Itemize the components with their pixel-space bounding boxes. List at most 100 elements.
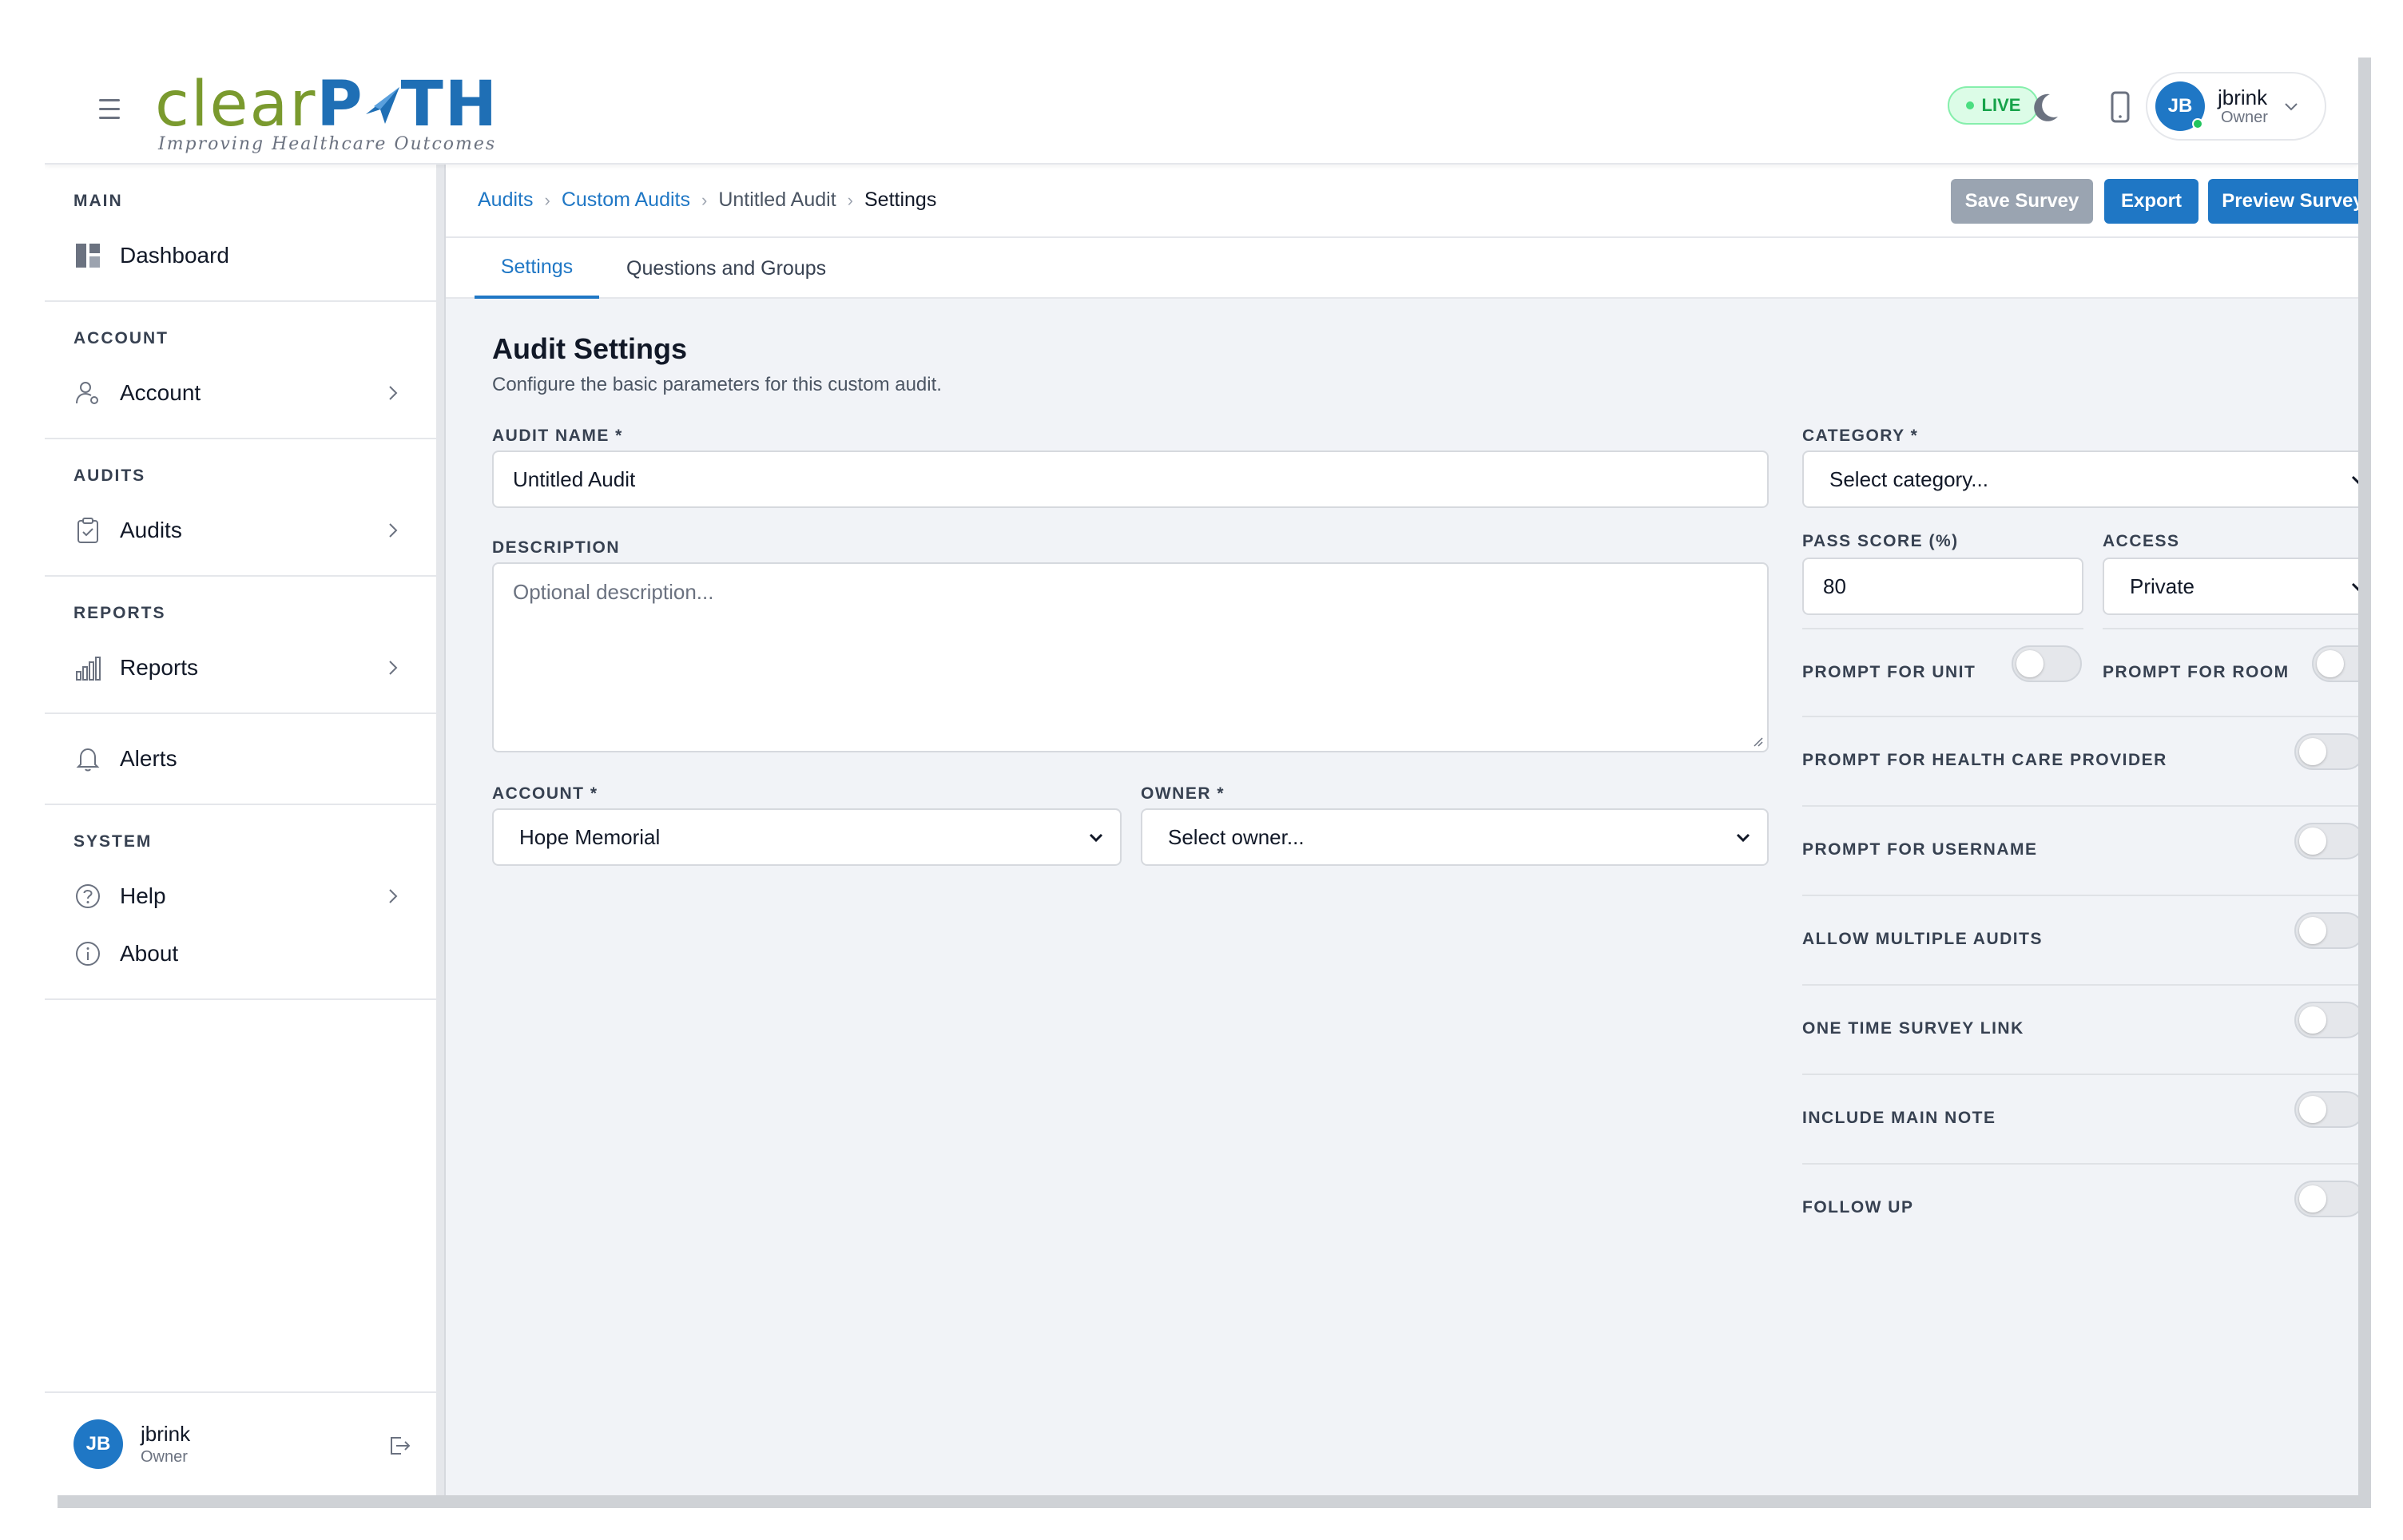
- sidebar-item-alerts[interactable]: Alerts: [45, 730, 436, 788]
- breadcrumb-separator-icon: ›: [847, 189, 853, 210]
- category-select[interactable]: Select category...: [1802, 450, 2358, 508]
- sidebar-section-audits: AUDITS Audits: [45, 439, 436, 577]
- chevron-down-icon: [2285, 103, 2298, 111]
- breadcrumb: Audits › Custom Audits › Untitled Audit …: [478, 189, 936, 212]
- breadcrumb-custom-audits[interactable]: Custom Audits: [562, 189, 690, 212]
- tab-questions-and-groups[interactable]: Questions and Groups: [626, 238, 826, 299]
- toggle-row-health-care-provider: PROMPT FOR HEALTH CARE PROVIDER: [1802, 716, 2358, 804]
- owner-label: OWNER *: [1141, 784, 1225, 803]
- sidebar-item-audits[interactable]: Audits: [45, 502, 436, 559]
- chevron-down-icon: [2351, 582, 2358, 592]
- main-content: Audits › Custom Audits › Untitled Audit …: [444, 165, 2358, 1495]
- prompt-for-room-toggle[interactable]: [2312, 645, 2358, 682]
- chevron-down-icon: [1736, 833, 1750, 843]
- pass-score-label: PASS SCORE (%): [1802, 532, 1959, 550]
- export-button[interactable]: Export: [2104, 179, 2198, 224]
- breadcrumb-settings: Settings: [864, 189, 937, 211]
- user-cog-icon: [76, 382, 98, 404]
- avatar: JB: [2155, 81, 2205, 131]
- settings-form: Audit Settings Configure the basic param…: [492, 332, 2358, 1217]
- page-subtitle: Configure the basic parameters for this …: [492, 374, 942, 395]
- bar-chart-icon: [76, 657, 101, 681]
- one-time-survey-link-toggle[interactable]: [2294, 1002, 2358, 1038]
- page-toolbar: Audits › Custom Audits › Untitled Audit …: [446, 165, 2358, 238]
- breadcrumb-separator-icon: ›: [544, 189, 550, 210]
- toggle-row-main-note: INCLUDE MAIN NOTE: [1802, 1074, 2358, 1161]
- chevron-right-icon: [389, 661, 398, 675]
- pass-score-input[interactable]: 80: [1802, 558, 2083, 615]
- menu-icon[interactable]: [94, 93, 126, 125]
- tab-settings[interactable]: Settings: [475, 238, 599, 299]
- toggle-row-one-time-link: ONE TIME SURVEY LINK: [1802, 984, 2358, 1072]
- access-label: ACCESS: [2103, 532, 2180, 550]
- toggle-row-prompt-room: PROMPT FOR ROOM: [2103, 628, 2358, 716]
- breadcrumb-untitled-audit: Untitled Audit: [718, 189, 836, 211]
- window-shadow-right: [2358, 58, 2371, 1508]
- footer-user-role: Owner: [141, 1447, 188, 1466]
- dashboard-icon: [76, 244, 100, 268]
- user-menu[interactable]: JB jbrink Owner: [2146, 72, 2326, 141]
- allow-multiple-audits-toggle[interactable]: [2294, 912, 2358, 949]
- clipboard-icon: [77, 518, 98, 543]
- window-shadow-bottom: [58, 1495, 2371, 1508]
- save-survey-button[interactable]: Save Survey: [1951, 179, 2093, 224]
- clearpath-logo: clearP TH Improving Healthcare Outcomes: [155, 69, 499, 154]
- description-textarea[interactable]: Optional description...: [492, 562, 1769, 752]
- sidebar-user-footer: JB jbrink Owner: [45, 1391, 436, 1495]
- owner-select[interactable]: Select owner...: [1141, 808, 1769, 866]
- preview-survey-button[interactable]: Preview Survey: [2208, 179, 2358, 224]
- sidebar-section-system: SYSTEM Help About: [45, 805, 436, 1000]
- follow-up-toggle[interactable]: [2294, 1181, 2358, 1217]
- sidebar-item-reports[interactable]: Reports: [45, 639, 436, 697]
- chevron-down-icon: [1089, 833, 1103, 843]
- online-status-icon: [2192, 118, 2203, 129]
- sidebar-section-alerts: Alerts: [45, 714, 436, 805]
- logout-icon[interactable]: [387, 1433, 412, 1459]
- breadcrumb-separator-icon: ›: [701, 189, 708, 210]
- help-icon: [76, 884, 100, 908]
- chevron-down-icon: [2351, 475, 2358, 485]
- sidebar-item-account[interactable]: Account: [45, 364, 436, 422]
- prompt-for-unit-toggle[interactable]: [2012, 645, 2082, 682]
- moon-icon[interactable]: [2024, 86, 2066, 128]
- app-window: clearP TH Improving Healthcare Outcomes L…: [45, 58, 2358, 1495]
- user-role: Owner: [2221, 109, 2268, 127]
- sidebar-item-dashboard[interactable]: Dashboard: [45, 227, 436, 284]
- sidebar-item-help[interactable]: Help: [45, 867, 436, 925]
- user-name: jbrink: [2218, 85, 2268, 109]
- mobile-icon[interactable]: [2099, 86, 2141, 128]
- sidebar: MAIN Dashboard ACCOUNT Account AUDITS Au…: [45, 165, 444, 1495]
- audit-name-label: AUDIT NAME *: [492, 427, 623, 445]
- page-title: Audit Settings: [492, 332, 687, 365]
- toggle-row-username: PROMPT FOR USERNAME: [1802, 805, 2358, 893]
- bell-icon: [76, 748, 100, 772]
- live-dot-icon: [1965, 101, 1974, 109]
- audit-name-input[interactable]: Untitled Audit: [492, 450, 1769, 508]
- account-select[interactable]: Hope Memorial: [492, 808, 1122, 866]
- tab-bar: Settings Questions and Groups: [446, 238, 2358, 299]
- chevron-right-icon: [389, 386, 398, 400]
- top-header: clearP TH Improving Healthcare Outcomes L…: [45, 58, 2358, 165]
- sidebar-section-account: ACCOUNT Account: [45, 302, 436, 439]
- sidebar-section-reports: REPORTS Reports: [45, 577, 436, 714]
- prompt-for-username-toggle[interactable]: [2294, 823, 2358, 859]
- info-icon: [76, 942, 100, 966]
- prompt-for-health-care-provider-toggle[interactable]: [2294, 733, 2358, 770]
- access-select[interactable]: Private: [2103, 558, 2358, 615]
- toggle-row-prompt-unit: PROMPT FOR UNIT: [1802, 628, 2083, 716]
- toggle-row-follow-up: FOLLOW UP: [1802, 1163, 2358, 1251]
- category-label: CATEGORY *: [1802, 427, 1919, 445]
- toggle-row-multiple-audits: ALLOW MULTIPLE AUDITS: [1802, 895, 2358, 982]
- chevron-right-icon: [389, 523, 398, 538]
- sidebar-section-main: MAIN Dashboard: [45, 165, 436, 302]
- chevron-right-icon: [389, 889, 398, 903]
- description-label: DESCRIPTION: [492, 538, 621, 557]
- sidebar-item-about[interactable]: About: [45, 925, 436, 982]
- include-main-note-toggle[interactable]: [2294, 1091, 2358, 1128]
- avatar: JB: [73, 1419, 123, 1469]
- footer-user-name: jbrink: [141, 1422, 191, 1447]
- logo-arrow-icon: [365, 87, 399, 124]
- breadcrumb-audits[interactable]: Audits: [478, 189, 533, 212]
- account-label: ACCOUNT *: [492, 784, 598, 803]
- resize-handle-icon[interactable]: [1751, 735, 1764, 748]
